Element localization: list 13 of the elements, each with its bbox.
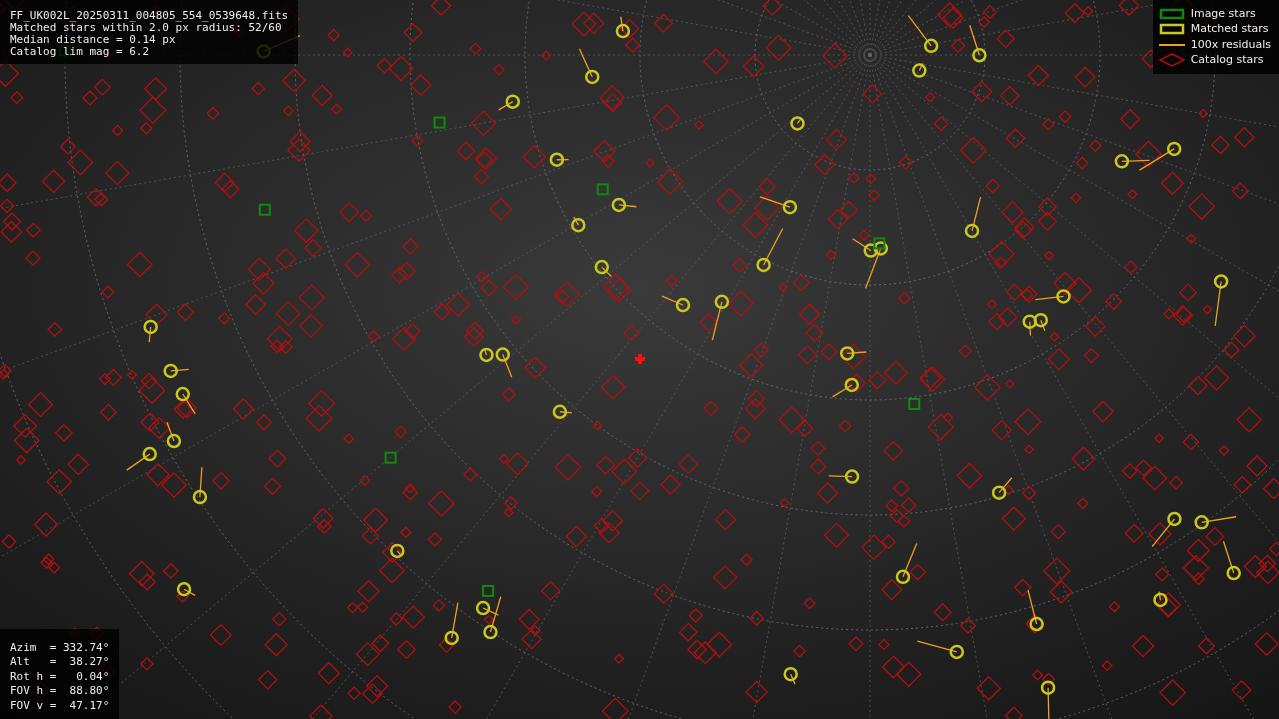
info-text: Alt = 38.27°	[10, 655, 110, 670]
info-text: FOV v = 47.17°	[10, 698, 110, 713]
info-text: Azim = 332.74°	[10, 640, 110, 655]
info-text: Median distance = 0.14 px	[10, 34, 177, 46]
legend-label: 100x residuals	[1190, 38, 1271, 51]
info-text: Catalog lim mag = 6.2	[10, 46, 151, 58]
info-text: Rot h = 0.04°	[10, 669, 110, 684]
info-text: Matched stars within 2.0 px radius: 52/60	[10, 22, 282, 34]
legend-label: Matched stars	[1190, 23, 1269, 36]
info-text: FOV h = 88.80°	[10, 684, 110, 699]
info-text: FF_UK002L_20250311_004805_554_0539648.fits	[10, 10, 289, 22]
legend-label: Catalog stars	[1190, 54, 1264, 67]
legend-label: Image stars	[1190, 7, 1256, 20]
